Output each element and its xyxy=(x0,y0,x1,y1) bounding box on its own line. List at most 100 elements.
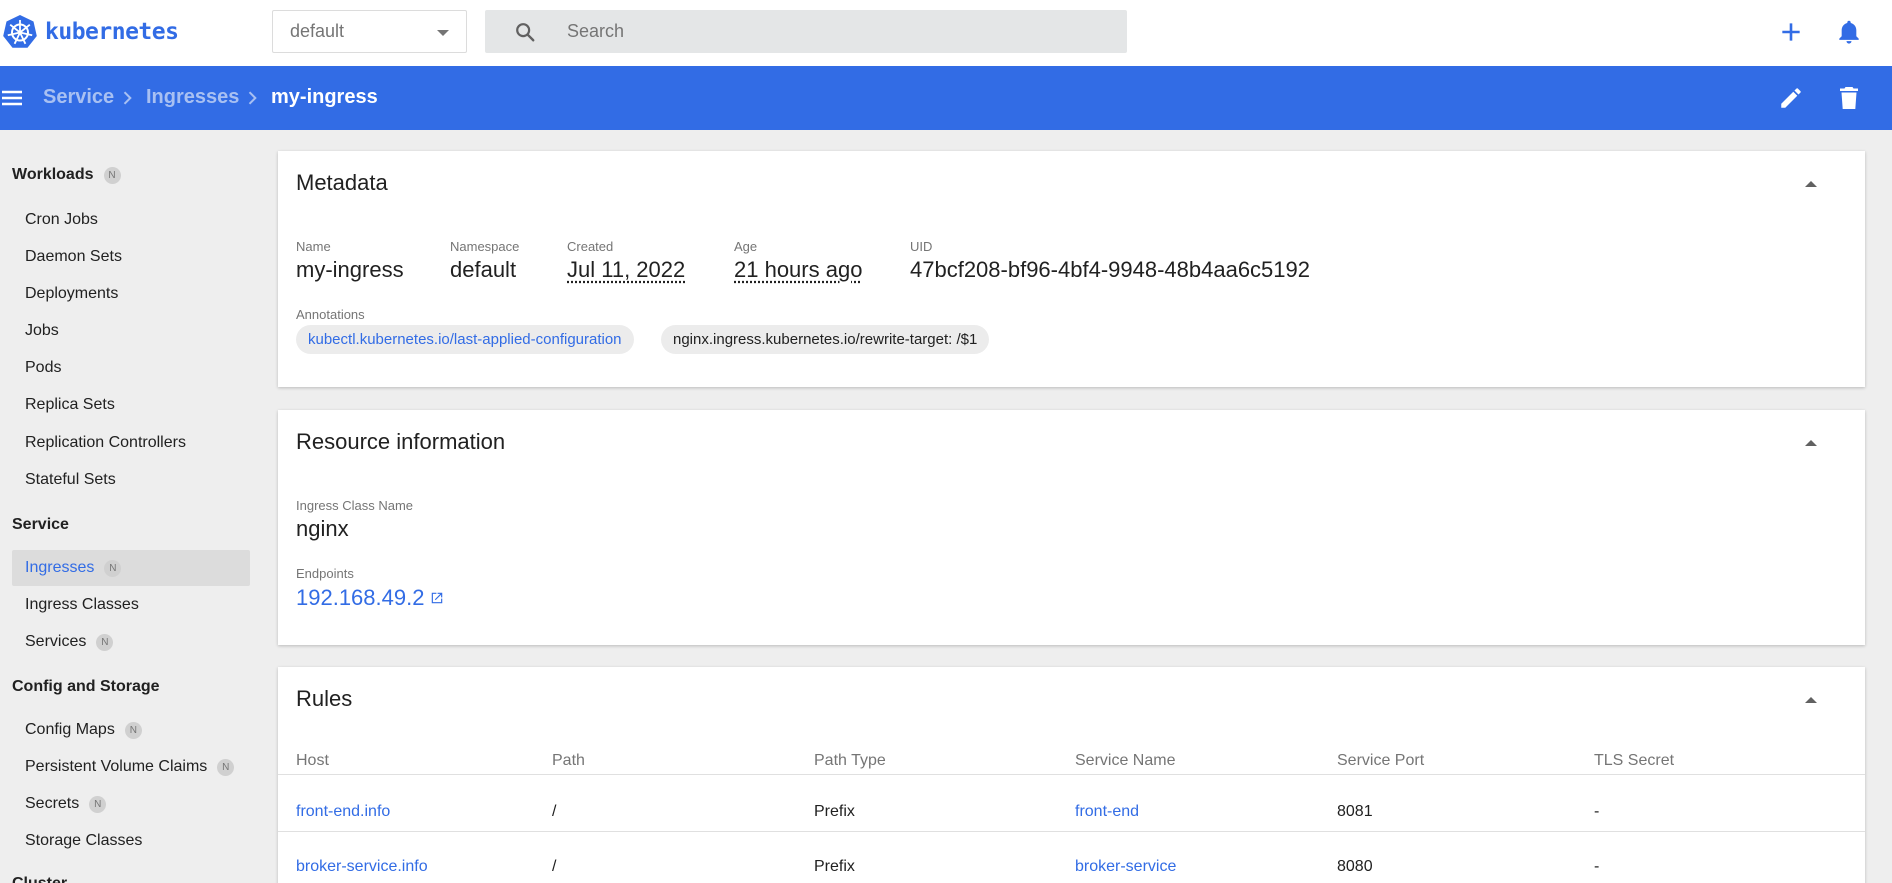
sidebar-group-workloads[interactable]: Workloads N xyxy=(12,166,121,184)
sidebar-item-storage-classes[interactable]: Storage Classes xyxy=(12,823,250,859)
sidebar-item-label: Daemon Sets xyxy=(25,248,122,265)
trash-icon[interactable] xyxy=(1837,85,1861,111)
breadcrumb-ingresses[interactable]: Ingresses xyxy=(146,86,239,109)
top-bar: kubernetes default xyxy=(0,0,1892,66)
breadcrumb-current: my-ingress xyxy=(271,86,378,108)
group-label: Workloads xyxy=(12,166,94,183)
column-header-service-port[interactable]: Service Port xyxy=(1337,752,1424,770)
uid-label: UID xyxy=(910,239,933,254)
annotation-chip-last-applied[interactable]: kubectl.kubernetes.io/last-applied-confi… xyxy=(296,325,634,354)
sidebar-item-label: Replica Sets xyxy=(25,396,115,413)
rule-service-port: 8080 xyxy=(1337,858,1373,875)
uid-value: 47bcf208-bf96-4bf4-9948-48b4aa6c5192 xyxy=(910,257,1310,282)
table-divider xyxy=(278,831,1865,832)
sidebar-item-label: Deployments xyxy=(25,285,119,302)
sidebar-group-cluster[interactable]: Cluster xyxy=(12,875,67,883)
metadata-title: Metadata xyxy=(296,170,388,195)
rules-card: Rules Host Path Path Type Service Name S… xyxy=(278,667,1865,883)
search-input[interactable] xyxy=(567,10,1107,53)
age-value[interactable]: 21 hours ago xyxy=(734,257,862,283)
sidebar-item-ingress-classes[interactable]: Ingress Classes xyxy=(12,587,250,623)
sidebar-item-label: Ingress Classes xyxy=(25,596,139,613)
created-value[interactable]: Jul 11, 2022 xyxy=(567,257,685,283)
name-label: Name xyxy=(296,239,331,254)
namespaced-badge: N xyxy=(217,758,235,776)
sidebar-item-stateful-sets[interactable]: Stateful Sets xyxy=(12,462,250,498)
sidebar-group-config-storage[interactable]: Config and Storage xyxy=(12,678,160,696)
collapse-icon[interactable] xyxy=(1805,181,1817,187)
ingress-class-value: nginx xyxy=(296,516,349,541)
sidebar-item-label: Replication Controllers xyxy=(25,434,186,451)
sidebar-item-pods[interactable]: Pods xyxy=(12,350,250,386)
rule-path: / xyxy=(552,858,557,875)
column-header-tls-secret[interactable]: TLS Secret xyxy=(1594,752,1674,770)
sidebar-item-label: Config Maps xyxy=(25,721,115,738)
resource-information-card: Resource information Ingress Class Name … xyxy=(278,410,1865,645)
sidebar-item-persistent-volume-claims[interactable]: Persistent Volume Claims N xyxy=(12,749,250,785)
endpoint-value: 192.168.49.2 xyxy=(296,585,425,610)
rule-path-type: Prefix xyxy=(814,803,855,820)
collapse-icon[interactable] xyxy=(1805,440,1817,446)
sidebar-item-services[interactable]: Services N xyxy=(12,624,250,660)
endpoint-link[interactable]: 192.168.49.2 xyxy=(296,585,444,611)
sidebar-item-label: Stateful Sets xyxy=(25,471,116,488)
breadcrumb-toolbar: Service Ingresses my-ingress xyxy=(0,66,1892,130)
rule-path-type: Prefix xyxy=(814,858,855,875)
rule-tls-secret: - xyxy=(1594,803,1600,820)
sidebar-item-replication-controllers[interactable]: Replication Controllers xyxy=(12,425,250,461)
rule-host-link[interactable]: front-end.info xyxy=(296,803,390,821)
bell-icon[interactable] xyxy=(1836,18,1862,46)
rule-service-link[interactable]: front-end xyxy=(1075,803,1139,821)
pencil-icon[interactable] xyxy=(1778,85,1804,111)
namespace-selector[interactable]: default xyxy=(272,10,467,53)
created-label: Created xyxy=(567,239,614,254)
sidebar-item-label: Ingresses xyxy=(25,559,95,576)
group-label: Config and Storage xyxy=(12,678,160,695)
table-divider xyxy=(278,774,1865,775)
external-link-icon xyxy=(432,592,443,604)
sidebar-item-label: Pods xyxy=(25,359,62,376)
namespaced-badge: N xyxy=(104,559,122,577)
group-label: Service xyxy=(12,516,69,533)
dropdown-caret-icon xyxy=(437,30,449,36)
sidebar-item-ingresses[interactable]: Ingresses N xyxy=(12,550,250,586)
app-name: kubernetes xyxy=(45,19,179,45)
ingress-class-label: Ingress Class Name xyxy=(296,498,414,513)
rule-path: / xyxy=(552,803,557,820)
sidebar-item-replica-sets[interactable]: Replica Sets xyxy=(12,387,250,423)
breadcrumb-service[interactable]: Service xyxy=(43,86,114,109)
sidebar-nav: Workloads N Cron Jobs Daemon Sets Deploy… xyxy=(0,130,262,883)
sidebar-item-cron-jobs[interactable]: Cron Jobs xyxy=(12,202,250,238)
rule-host-link[interactable]: broker-service.info xyxy=(296,858,428,876)
namespaced-badge: N xyxy=(96,633,114,651)
namespace-value: default xyxy=(450,257,517,282)
name-value: my-ingress xyxy=(296,257,404,282)
column-header-host[interactable]: Host xyxy=(296,752,329,770)
kubernetes-wheel-icon xyxy=(3,15,37,48)
sidebar-item-label: Services xyxy=(25,633,87,650)
column-header-service-name[interactable]: Service Name xyxy=(1075,752,1175,770)
namespaced-badge: N xyxy=(124,721,142,739)
sidebar-item-secrets[interactable]: Secrets N xyxy=(12,786,250,822)
sidebar-group-service[interactable]: Service xyxy=(12,516,69,534)
kubernetes-logo[interactable]: kubernetes xyxy=(2,14,179,50)
search-bar[interactable] xyxy=(485,10,1127,53)
namespaced-badge: N xyxy=(103,166,121,184)
annotations-label: Annotations xyxy=(296,307,365,322)
group-label: Cluster xyxy=(12,875,67,883)
rules-title: Rules xyxy=(296,686,353,711)
column-header-path[interactable]: Path xyxy=(552,752,585,770)
rule-service-link[interactable]: broker-service xyxy=(1075,858,1176,876)
plus-icon[interactable] xyxy=(1778,19,1804,45)
sidebar-item-deployments[interactable]: Deployments xyxy=(12,276,250,312)
sidebar-item-config-maps[interactable]: Config Maps N xyxy=(12,712,250,748)
sidebar-item-label: Jobs xyxy=(25,322,59,339)
sidebar-item-daemon-sets[interactable]: Daemon Sets xyxy=(12,239,250,275)
column-header-path-type[interactable]: Path Type xyxy=(814,752,886,770)
sidebar-item-jobs[interactable]: Jobs xyxy=(12,313,250,349)
sidebar-item-label: Secrets xyxy=(25,795,80,812)
collapse-icon[interactable] xyxy=(1805,697,1817,703)
menu-icon[interactable] xyxy=(0,86,24,110)
resource-information-title: Resource information xyxy=(296,429,506,454)
age-label: Age xyxy=(734,239,758,254)
